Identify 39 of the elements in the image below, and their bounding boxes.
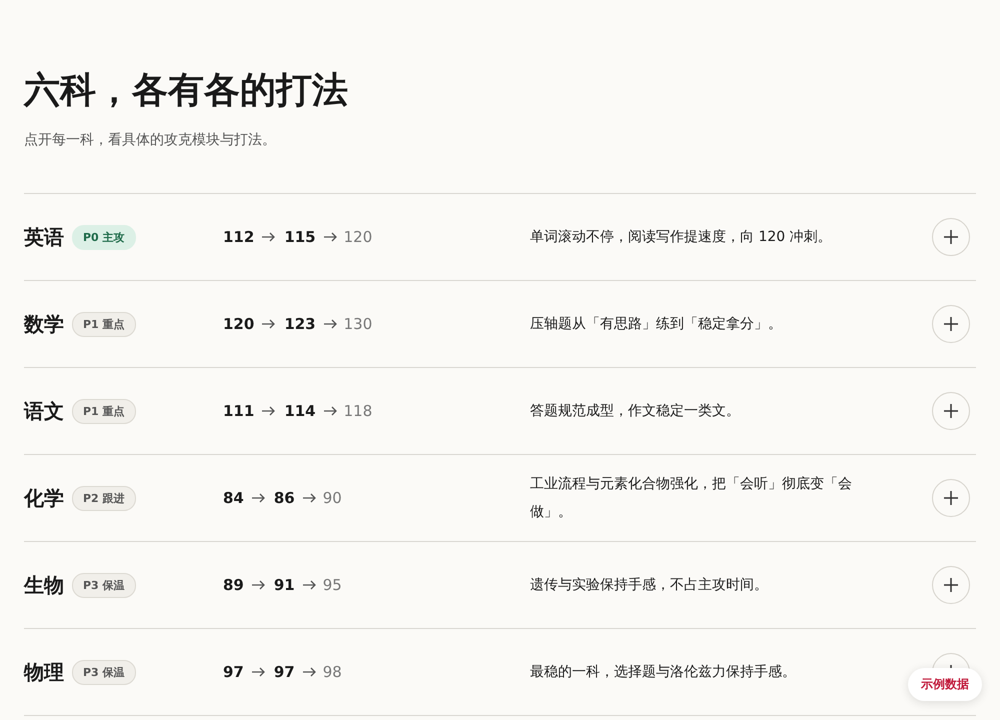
subject-name: 数学 [24, 310, 64, 338]
next-score: 115 [284, 228, 316, 246]
priority-tag: P3 保温 [72, 572, 136, 598]
subject-name: 英语 [24, 224, 64, 250]
subject-name: 化学 [24, 484, 64, 512]
page-title: 六科，各有各的打法 [24, 68, 349, 113]
next-score: 123 [284, 315, 316, 333]
subject-note: 单词滚动不停，阅读写作提速度，向 120 冲刺。 [530, 228, 833, 247]
current-score: 97 [223, 663, 244, 681]
current-score: 111 [223, 402, 254, 420]
subject-note: 遗传与实验保持手感，不占主攻时间。 [530, 576, 769, 595]
priority-tag: P2 跟进 [72, 486, 136, 510]
target-score: 130 [344, 315, 372, 333]
next-score: 114 [284, 402, 316, 420]
target-score: 95 [322, 576, 342, 594]
subject-name: 语文 [24, 398, 64, 424]
priority-tag: P1 重点 [72, 398, 136, 424]
target-score: 90 [322, 489, 342, 507]
next-score: 97 [274, 663, 295, 681]
current-score: 120 [223, 315, 254, 333]
next-score: 86 [274, 489, 295, 507]
target-score: 118 [344, 402, 372, 420]
subject-name: 生物 [24, 572, 64, 598]
priority-tag: P0 主攻 [72, 224, 136, 250]
sample-data-toast: 示例数据 [908, 668, 982, 701]
subject-note: 答题规范成型，作文稳定一类文。 [530, 402, 741, 421]
current-score: 89 [223, 576, 244, 594]
target-score: 120 [344, 228, 372, 246]
subject-note: 工业流程与元素化合物强化，把「会听」彻底变「会做」。 [530, 475, 852, 522]
subject-name: 物理 [24, 658, 64, 686]
target-score: 98 [322, 663, 342, 681]
subject-note: 压轴题从「有思路」练到「稳定拿分」。 [530, 315, 783, 334]
next-score: 91 [274, 576, 295, 594]
priority-tag: P3 保温 [72, 660, 136, 684]
priority-tag: P1 重点 [72, 312, 136, 336]
subject-note: 最稳的一科，选择题与洛伦兹力保持手感。 [530, 663, 797, 682]
current-score: 112 [223, 228, 254, 246]
page-subtitle: 点开每一科，看具体的攻克模块与打法。 [24, 131, 277, 150]
current-score: 84 [223, 489, 244, 507]
